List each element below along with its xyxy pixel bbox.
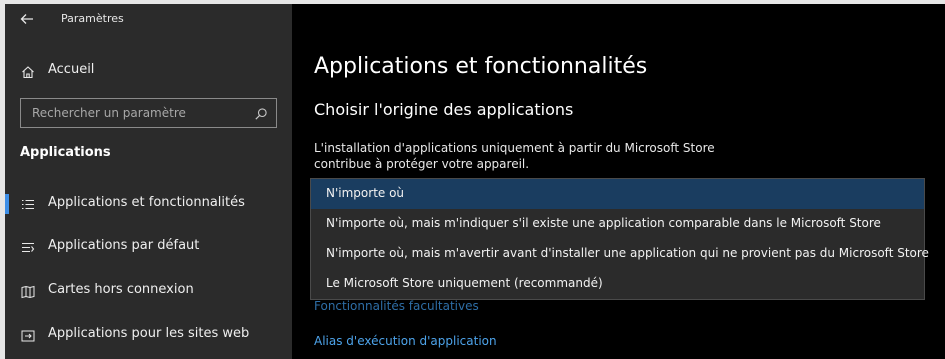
back-arrow-icon[interactable] [19, 11, 35, 27]
apps-websites-icon [21, 328, 35, 342]
apps-features-icon [21, 197, 35, 211]
app-execution-alias-link[interactable]: Alias d'exécution d'application [314, 334, 497, 348]
window-title: Paramètres [61, 12, 124, 25]
dropdown-option[interactable]: N'importe où, mais m'indiquer s'il exist… [311, 209, 924, 239]
description-line: L'installation d'applications uniquement… [314, 141, 715, 155]
section-subtitle: Choisir l'origine des applications [314, 100, 574, 119]
sidebar-item-offline-maps[interactable]: Cartes hors connexion [5, 276, 292, 306]
dropdown-option[interactable]: N'importe où, mais m'avertir avant d'ins… [311, 239, 929, 269]
description-text: L'installation d'applications uniquement… [314, 140, 734, 172]
sidebar-item-label: Applications et fonctionnalités [48, 195, 245, 210]
search-box[interactable] [20, 98, 277, 128]
app-source-dropdown[interactable]: N'importe où N'importe où, mais m'indiqu… [310, 178, 929, 300]
home-icon [21, 64, 35, 79]
home-label: Accueil [48, 62, 95, 77]
offline-maps-icon [21, 284, 35, 299]
section-title: Applications [20, 145, 111, 160]
option-label: N'importe où, mais m'indiquer s'il exist… [326, 216, 881, 230]
page-title: Applications et fonctionnalités [314, 54, 648, 79]
option-label: N'importe où [326, 186, 405, 200]
dropdown-option[interactable]: Le Microsoft Store uniquement (recommand… [311, 269, 924, 299]
sidebar: Paramètres Accueil Applications Applicat… [5, 4, 292, 359]
sidebar-item-apps-websites[interactable]: Applications pour les sites web [5, 320, 292, 350]
sidebar-item-apps-features[interactable]: Applications et fonctionnalités [5, 189, 292, 219]
sidebar-home[interactable]: Accueil [5, 56, 292, 86]
search-icon[interactable] [254, 106, 268, 120]
sidebar-item-label: Cartes hors connexion [48, 282, 194, 297]
selection-indicator [5, 194, 9, 214]
title-bar: Paramètres [5, 4, 292, 34]
main-content: Applications et fonctionnalités Choisir … [292, 4, 945, 359]
default-apps-icon [21, 240, 35, 254]
sidebar-item-label: Applications par défaut [48, 238, 200, 253]
option-label: Le Microsoft Store uniquement (recommand… [326, 276, 603, 290]
dropdown-option[interactable]: N'importe où [311, 179, 924, 209]
sidebar-item-default-apps[interactable]: Applications par défaut [5, 232, 292, 262]
option-label: N'importe où, mais m'avertir avant d'ins… [326, 246, 929, 260]
search-input[interactable] [21, 99, 246, 127]
description-line: contribue à protéger votre appareil. [314, 157, 530, 171]
sidebar-item-label: Applications pour les sites web [48, 326, 250, 341]
optional-features-link[interactable]: Fonctionnalités facultatives [314, 299, 479, 313]
